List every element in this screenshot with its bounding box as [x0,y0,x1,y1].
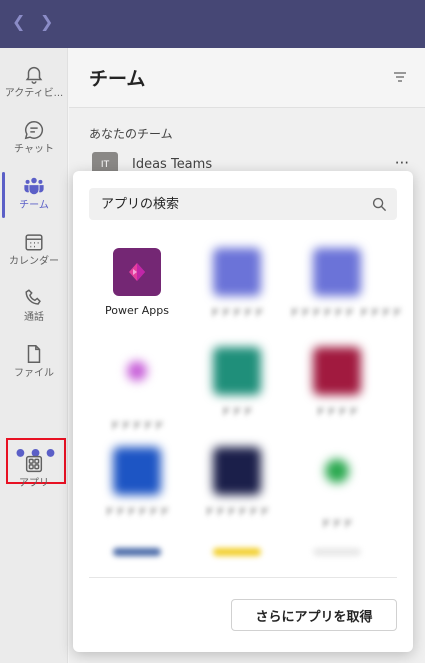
divider [89,577,397,578]
app-tile[interactable]: ドドドドドド ドドドド [289,248,403,320]
app-tile-partial [313,548,361,556]
app-icon [313,248,361,296]
apps-flyout: Power Apps ドドドドド ドドドドドド ドドドド ドドドドド ドドド ド… [73,171,413,652]
app-label: ドドドドドド [204,505,270,518]
power-apps-icon [113,248,161,296]
app-tile[interactable]: ドドドドド [89,347,185,433]
calendar-icon [25,234,43,251]
chevron-right-icon[interactable]: ❯ [40,12,53,32]
app-label: ドドドドドド [104,505,170,518]
app-label: ドドドドドド ドドドド [289,306,403,319]
rail-item-calls[interactable]: 通話 [0,280,68,334]
app-tile[interactable]: ドドド [289,447,385,531]
power-apps-logo [129,263,145,281]
app-power-apps[interactable]: Power Apps [89,248,185,317]
team-more-button[interactable]: ··· [395,154,409,172]
rail-item-files[interactable]: ファイル [0,336,68,390]
rail-item-label: チーム [19,200,49,211]
rail-item-label: アクティビ... [4,88,64,99]
app-tile[interactable]: ドドド [189,347,285,419]
title-bar: ❮ ❯ [0,0,425,48]
app-label: ドドド [320,517,354,530]
app-label: ドドドドド [209,306,265,319]
search-icon[interactable] [372,197,387,212]
app-tile-partial [213,548,261,556]
app-icon [313,347,361,395]
rail-item-label: カレンダー [9,256,59,267]
app-icon [113,361,161,409]
rail-item-calendar[interactable]: カレンダー [0,224,68,278]
app-label: ドドドドド [109,419,165,432]
filter-icon[interactable] [393,70,407,84]
section-label: あなたのチーム [89,127,173,141]
app-icon [213,347,261,395]
rail-item-label: アプリ [19,478,49,489]
get-more-apps-button[interactable]: さらにアプリを取得 [231,599,397,631]
app-tile[interactable]: ドドドド [289,347,385,419]
rail-item-chat[interactable]: チャット [0,112,68,166]
chat-icon [24,121,44,140]
bell-icon [25,66,43,84]
teams-icon [24,177,44,195]
rail-item-activity[interactable]: アクティビ... [0,56,68,110]
search-input[interactable] [89,188,359,220]
app-label: Power Apps [105,304,169,317]
apps-icon [25,455,43,473]
page-title: チーム [89,68,146,90]
rail-item-label: 通話 [24,312,44,323]
chevron-left-icon[interactable]: ❮ [12,12,25,32]
phone-icon [25,289,41,305]
rail-item-label: チャット [14,144,54,155]
app-icon [213,447,261,495]
rail-item-teams[interactable]: チーム [0,168,68,222]
team-name[interactable]: Ideas Teams [132,157,212,172]
app-icon [213,248,261,296]
search-box [89,188,397,220]
app-label: ドドドド [315,405,359,418]
app-tile[interactable]: ドドドドドド [189,447,285,519]
app-tile[interactable]: ドドドドド [189,248,285,320]
rail-item-label: ファイル [14,368,54,379]
app-tile-partial [113,548,161,556]
file-icon [27,345,41,363]
panel-header: チーム [69,48,425,108]
app-label: ドドド [220,405,254,418]
rail-item-apps[interactable]: アプリ [0,446,68,500]
app-icon [313,459,361,507]
app-tile[interactable]: ドドドドドド [89,447,185,519]
app-icon [113,447,161,495]
app-rail: アクティビ... チャット チーム カレンダー 通話 ファイル ••• アプリ [0,48,68,663]
